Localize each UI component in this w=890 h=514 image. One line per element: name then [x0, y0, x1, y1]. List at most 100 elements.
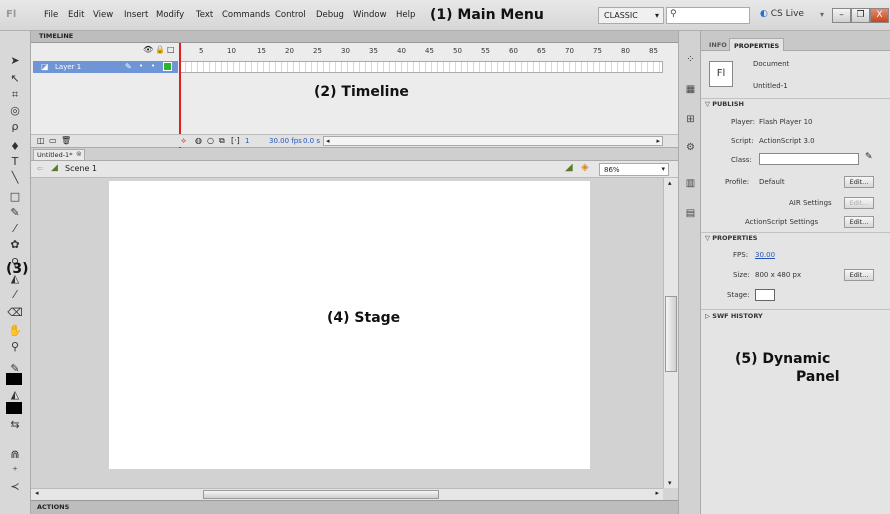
subselection-tool-icon[interactable]: ↖	[5, 71, 25, 86]
lasso-tool-icon[interactable]: ρ	[5, 119, 25, 134]
close-button[interactable]: X	[870, 8, 889, 23]
new-folder-icon[interactable]: ▭	[49, 136, 57, 145]
snap-to-objects-icon[interactable]: ⋒	[5, 447, 25, 462]
properties-section-toggle[interactable]: ▽ PROPERTIES	[705, 234, 757, 242]
menu-text[interactable]: Text	[196, 10, 213, 20]
edit-multiple-icon[interactable]: ⧉	[219, 136, 225, 146]
stroke-color-icon[interactable]	[6, 373, 22, 385]
free-transform-tool-icon[interactable]: ⌗	[5, 87, 25, 102]
lock-dot[interactable]: •	[151, 62, 155, 70]
pasteboard: (4) Stage	[31, 178, 663, 488]
edit-actionscript-settings-button[interactable]: Edit...	[844, 216, 874, 228]
cs-live-dropdown-icon[interactable]: ▾	[820, 10, 824, 19]
menu-window[interactable]: Window	[353, 10, 387, 20]
menu-debug[interactable]: Debug	[316, 10, 344, 20]
3d-rotation-tool-icon[interactable]: ◎	[5, 103, 25, 118]
frame-rate[interactable]: 30.00 fps	[269, 137, 302, 145]
deco-tool-icon[interactable]: ✿	[5, 237, 25, 252]
swatches-panel-icon[interactable]: ▦	[683, 83, 698, 97]
tab-info[interactable]: INFO	[705, 38, 731, 51]
zoom-select[interactable]: 86% ▾	[599, 163, 669, 176]
minimize-button[interactable]: –	[832, 8, 851, 23]
frame-number: 20	[285, 47, 294, 55]
onion-skin-icon[interactable]: ◍	[195, 136, 202, 145]
horizontal-scroll-thumb[interactable]	[203, 490, 439, 499]
edit-scene-icon[interactable]: ◢	[565, 162, 573, 173]
menu-view[interactable]: View	[93, 10, 113, 20]
playhead[interactable]	[179, 43, 181, 148]
swap-colors-icon[interactable]: ⇆	[5, 417, 25, 432]
straighten-icon[interactable]: ≺	[5, 479, 25, 494]
edit-size-button[interactable]: Edit...	[844, 269, 874, 281]
layer-row[interactable]: ◪ Layer 1 ✎ • •	[33, 61, 178, 73]
menu-help[interactable]: Help	[396, 10, 415, 20]
frames-row[interactable]	[179, 61, 663, 73]
scroll-left-icon[interactable]: ◂	[326, 137, 330, 145]
pencil-tool-icon[interactable]: ✎	[5, 205, 25, 220]
workspace-switcher[interactable]: CLASSIC ▾	[598, 7, 664, 24]
scroll-down-icon[interactable]: ▾	[668, 479, 672, 487]
stage-vertical-scrollbar[interactable]: ▴ ▾	[663, 178, 678, 488]
visibility-dot[interactable]: •	[139, 62, 143, 70]
fps-value[interactable]: 30.00	[755, 251, 775, 259]
show-hide-all-icon[interactable]: 👁	[143, 45, 153, 54]
menu-edit[interactable]: Edit	[68, 10, 84, 20]
publish-section-toggle[interactable]: ▽ PUBLISH	[705, 100, 744, 108]
edit-profile-button[interactable]: Edit...	[844, 176, 874, 188]
pen-tool-icon[interactable]: ♦	[5, 139, 25, 154]
center-frame-icon[interactable]: ⟡	[181, 136, 186, 146]
tool-bar: ➤ ↖ ⌗ ◎ ρ ♦ T ╲ □ ✎ ⁄ ✿ ⚲ ◭ ⁄ ⌫ ✋ ⚲ ✎ ◭ …	[0, 31, 97, 514]
outline-color-box[interactable]	[163, 62, 172, 71]
onion-outline-icon[interactable]: ○	[207, 136, 214, 145]
modify-markers-icon[interactable]: [·]	[231, 136, 240, 145]
swf-history-section-toggle[interactable]: ▷ SWF HISTORY	[705, 312, 763, 320]
timeline-tab[interactable]: TIMELINE	[31, 31, 678, 43]
library-panel-icon[interactable]: ▥	[683, 177, 698, 191]
line-tool-icon[interactable]: ╲	[5, 170, 25, 185]
timeline-horizontal-scrollbar[interactable]: ◂ ▸	[323, 136, 663, 146]
stage-color-swatch[interactable]	[755, 289, 775, 301]
align-panel-icon[interactable]: ⊞	[683, 113, 698, 127]
menu-commands[interactable]: Commands	[222, 10, 270, 20]
scroll-left-icon[interactable]: ◂	[35, 489, 39, 497]
delete-layer-icon[interactable]: 🗑	[61, 136, 71, 145]
menu-control[interactable]: Control	[275, 10, 306, 20]
selection-tool-icon[interactable]: ➤	[5, 53, 25, 68]
tab-properties[interactable]: PROPERTIES	[729, 38, 785, 51]
fill-color-icon[interactable]	[6, 402, 22, 414]
document-tab[interactable]: Untitled-1* ⊗	[33, 149, 85, 160]
scene-label[interactable]: Scene 1	[65, 164, 97, 173]
vertical-scroll-thumb[interactable]	[665, 296, 677, 372]
menu-modify[interactable]: Modify	[156, 10, 184, 20]
color-panel-icon[interactable]: ⁘	[683, 53, 698, 67]
stage-horizontal-scrollbar[interactable]: ◂ ▸	[31, 488, 663, 500]
close-tab-icon[interactable]: ⊗	[76, 150, 82, 158]
smooth-icon[interactable]: ⁺	[5, 463, 25, 478]
menu-file[interactable]: File	[44, 10, 58, 20]
eyedropper-tool-icon[interactable]: ⁄	[5, 287, 25, 302]
edit-air-settings-button[interactable]: Edit...	[844, 197, 874, 209]
help-search-input[interactable]: ⚲	[666, 7, 750, 24]
maximize-button[interactable]: ❐	[851, 8, 870, 23]
eraser-tool-icon[interactable]: ⌫	[5, 305, 25, 320]
zoom-tool-icon[interactable]: ⚲	[5, 339, 25, 354]
rectangle-tool-icon[interactable]: □	[5, 189, 25, 204]
new-layer-icon[interactable]: ◫	[37, 136, 45, 145]
edit-symbols-icon[interactable]: ◈	[581, 162, 589, 173]
components-panel-icon[interactable]: ▤	[683, 207, 698, 221]
class-input[interactable]	[759, 153, 859, 165]
scroll-right-icon[interactable]: ▸	[656, 137, 660, 145]
menu-insert[interactable]: Insert	[124, 10, 148, 20]
back-arrow-icon[interactable]: ⇐	[37, 164, 44, 173]
outline-all-icon[interactable]: □	[167, 45, 175, 54]
brush-tool-icon[interactable]: ⁄	[5, 221, 25, 236]
scroll-up-icon[interactable]: ▴	[668, 179, 672, 187]
actions-panel-bar[interactable]: ACTIONS	[31, 500, 678, 514]
transform-panel-icon[interactable]: ⚙	[683, 141, 698, 155]
scroll-right-icon[interactable]: ▸	[655, 489, 659, 497]
hand-tool-icon[interactable]: ✋	[5, 323, 25, 338]
edit-class-icon[interactable]: ✎	[865, 152, 873, 162]
text-tool-icon[interactable]: T	[5, 154, 25, 169]
lock-all-icon[interactable]: 🔒	[155, 45, 165, 54]
cs-live-button[interactable]: ◐ CS Live	[760, 9, 804, 19]
